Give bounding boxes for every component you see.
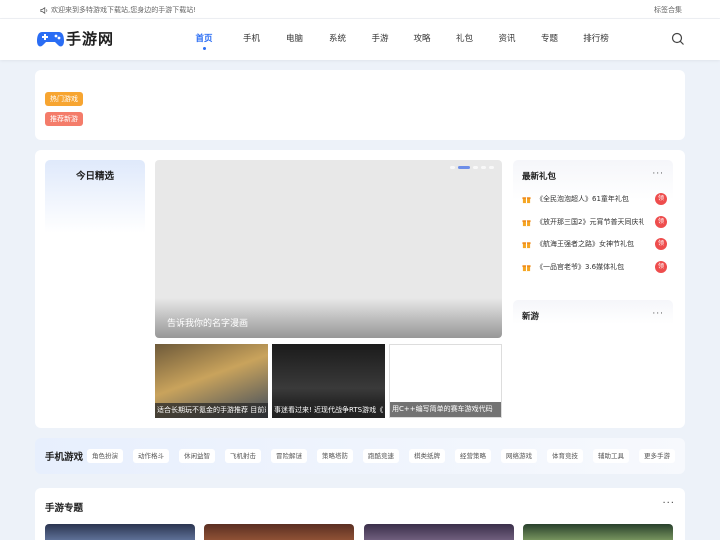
nav-system[interactable]: 系统 [316,32,359,44]
category-chip[interactable]: 经营策略 [455,449,491,463]
game-topics-title: 手游专题 [45,503,84,514]
nav-rankings[interactable]: 排行榜 [571,32,621,44]
thumb-caption: 事迷看过来! 近现代战争RTS游戏《铁火战线》 [274,406,383,414]
slider-dots [447,166,494,169]
thumb-caption: 适合长期玩不氪金的手游推荐 目前适合长期玩的不氪金手游 [157,406,266,414]
more-icon[interactable]: ··· [652,309,664,319]
gift-icon [522,196,531,203]
mobile-games-categories: 手机游戏 角色扮演 动作格斗 休闲益智 飞机射击 冒险解谜 策略塔防 跑酷竞速 … [35,438,685,474]
gift-item[interactable]: 《全民泡泡超人》61童年礼包 领 [522,192,667,206]
hot-games-tag[interactable]: 热门游戏 [45,92,83,106]
slider-dot[interactable] [489,166,494,169]
category-chip[interactable]: 冒险解谜 [271,449,307,463]
thumb-card[interactable]: 适合长期玩不氪金的手游推荐 目前适合长期玩的不氪金手游 [155,344,268,418]
latest-gifts-panel: 最新礼包 ··· 《全民泡泡超人》61童年礼包 领 《放开那三国2》元宵节普天同… [513,160,673,294]
site-header: 手游网 首页 手机 电脑 系统 手游 攻略 礼包 资讯 专题 排行榜 [0,19,720,60]
site-notice: 欢迎来到多特游戏下载站,您身边的手游下载站! [40,5,196,15]
category-chip[interactable]: 飞机射击 [225,449,261,463]
main-nav: 首页 手机 电脑 系统 手游 攻略 礼包 资讯 专题 排行榜 [188,32,621,50]
tag-card: 热门游戏 推荐新游 [35,70,685,140]
nav-guides[interactable]: 攻略 [401,32,443,44]
category-chip[interactable]: 体育竞技 [547,449,583,463]
mobile-games-title: 手机游戏 [45,452,84,463]
nav-pc[interactable]: 电脑 [273,32,316,44]
nav-mobile[interactable]: 手机 [230,32,273,44]
gift-name: 《放开那三国2》元宵节普天同庆礼包 [536,218,644,226]
new-games-tag[interactable]: 推荐新游 [45,112,83,126]
category-chip[interactable]: 策略塔防 [317,449,353,463]
game-topics-section: 手游专题 ··· [35,488,685,540]
gift-item[interactable]: 《放开那三国2》元宵节普天同庆礼包 领 [522,215,667,229]
thumb-card[interactable]: 用C++编写简单的赛车游戏代码 [389,344,502,418]
hero-slider[interactable]: 告诉我你的名字漫画 [155,160,502,338]
slider-dot-active[interactable] [458,166,470,169]
gift-icon [522,264,531,271]
thumb-caption: 用C++编写简单的赛车游戏代码 [392,405,493,413]
category-chip[interactable]: 休闲益智 [179,449,215,463]
topic-image[interactable] [204,524,354,540]
gift-icon [522,241,531,248]
top-notice-bar: 欢迎来到多特游戏下载站,您身边的手游下载站! 标签合集 [0,0,720,19]
gift-icon [522,219,531,226]
today-picks-title: 今日精选 [75,171,114,182]
nav-mobile-games[interactable]: 手游 [359,32,401,44]
new-games-panel: 新游 ··· [513,300,673,340]
category-chip[interactable]: 动作格斗 [133,449,169,463]
tag-collection-link[interactable]: 标签合集 [654,5,682,15]
more-icon[interactable]: ··· [652,169,664,179]
category-chip[interactable]: 网络游戏 [501,449,537,463]
more-icon[interactable]: ··· [662,498,675,509]
get-gift-button[interactable]: 领 [655,238,667,250]
category-chip[interactable]: 辅助工具 [593,449,629,463]
new-games-title: 新游 [522,312,540,322]
get-gift-button[interactable]: 领 [655,261,667,273]
nav-home[interactable]: 首页 [188,32,220,50]
slider-caption[interactable]: 告诉我你的名字漫画 [167,316,248,329]
site-logo[interactable]: 手游网 [37,28,114,49]
slider-dot[interactable] [481,166,486,169]
slider-dot[interactable] [450,166,455,169]
category-chip[interactable]: 棋类纸牌 [409,449,445,463]
thumb-card[interactable]: 事迷看过来! 近现代战争RTS游戏《铁火战线》 [272,344,385,418]
nav-gifts[interactable]: 礼包 [443,32,486,44]
notice-text: 欢迎来到多特游戏下载站,您身边的手游下载站! [51,6,197,14]
gift-name: 《全民泡泡超人》61童年礼包 [536,195,629,203]
speaker-icon [40,6,48,14]
topic-image[interactable] [364,524,514,540]
latest-gifts-title: 最新礼包 [522,172,557,182]
get-gift-button[interactable]: 领 [655,193,667,205]
topic-image[interactable] [523,524,673,540]
search-icon[interactable] [671,32,685,46]
gift-item[interactable]: 《一品官老爷》3.6媒体礼包 领 [522,260,667,274]
gamepad-logo-icon [37,32,64,47]
category-chip[interactable]: 角色扮演 [87,449,123,463]
gift-name: 《一品官老爷》3.6媒体礼包 [536,263,625,271]
nav-topics[interactable]: 专题 [528,32,571,44]
slider-dot[interactable] [473,166,478,169]
logo-text: 手游网 [66,30,115,48]
category-chip[interactable]: 跑酷竞速 [363,449,399,463]
get-gift-button[interactable]: 领 [655,216,667,228]
topic-image[interactable] [45,524,195,540]
more-games-chip[interactable]: 更多手游 [639,449,675,463]
gift-name: 《航海王强者之路》女神节礼包 [536,240,634,248]
nav-news[interactable]: 资讯 [486,32,528,44]
today-picks-panel: 今日精选 [45,160,145,420]
featured-section: 今日精选 告诉我你的名字漫画 适合长期玩不氪金的手游推荐 目前适合长期玩的不氪金… [35,150,685,428]
gift-item[interactable]: 《航海王强者之路》女神节礼包 领 [522,237,667,251]
